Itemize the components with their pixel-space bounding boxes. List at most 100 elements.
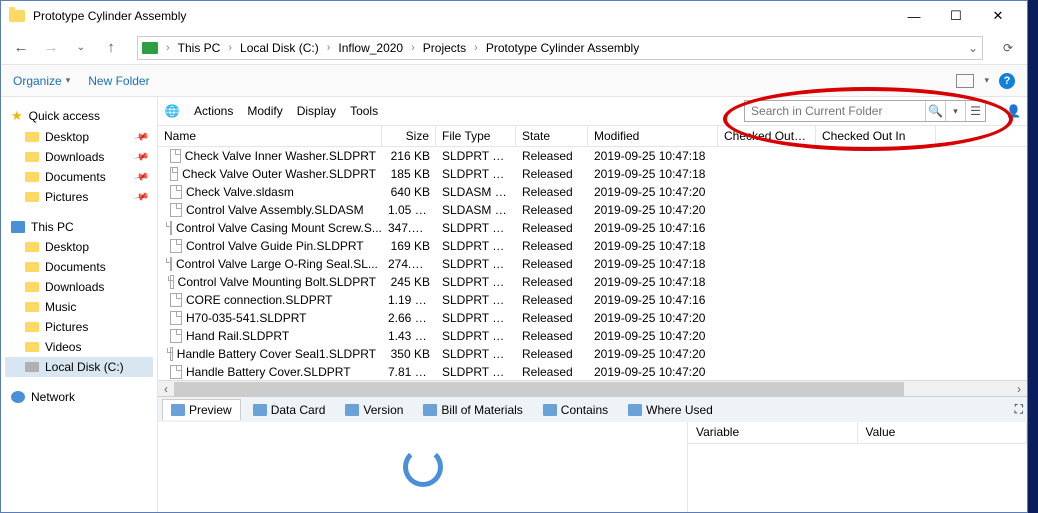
scroll-right-icon[interactable]: ›: [1011, 381, 1027, 397]
col-type[interactable]: File Type: [436, 126, 516, 146]
tab-where-used[interactable]: Where Used: [620, 400, 721, 420]
tab-contains[interactable]: Contains: [535, 400, 616, 420]
tree-item-local-disk[interactable]: Local Disk (C:): [5, 357, 153, 377]
scroll-thumb[interactable]: [174, 382, 904, 396]
menu-modify[interactable]: Modify: [247, 104, 282, 118]
folder-icon: [9, 10, 25, 22]
tree-network[interactable]: Network: [5, 387, 153, 407]
chevron-down-icon[interactable]: ⌄: [968, 41, 978, 55]
file-name: H70-035-541.SLDPRT: [186, 311, 307, 325]
search-dropdown[interactable]: ▾: [945, 101, 965, 121]
col-name[interactable]: Name: [158, 126, 382, 146]
file-type: SLDPRT File: [436, 254, 516, 274]
breadcrumb-item[interactable]: Inflow_2020: [334, 39, 407, 57]
whereused-icon: [628, 404, 642, 416]
help-icon[interactable]: ?: [999, 73, 1015, 89]
file-row[interactable]: Control Valve Casing Mount Screw.S...347…: [158, 219, 1027, 237]
file-checked-out-in: [816, 225, 936, 231]
up-button[interactable]: ↑: [99, 36, 123, 60]
file-row[interactable]: Control Valve Mounting Bolt.SLDPRT245 KB…: [158, 273, 1027, 291]
file-icon: [170, 365, 182, 379]
file-row[interactable]: Check Valve.sldasm640 KBSLDASM FileRelea…: [158, 183, 1027, 201]
tree-item[interactable]: Videos: [5, 337, 153, 357]
file-row[interactable]: Control Valve Large O-Ring Seal.SL...274…: [158, 255, 1027, 273]
menu-actions[interactable]: Actions: [194, 104, 233, 118]
file-type: SLDASM File: [436, 182, 516, 202]
breadcrumb-item[interactable]: Projects: [419, 39, 470, 57]
file-row[interactable]: Control Valve Guide Pin.SLDPRT169 KBSLDP…: [158, 237, 1027, 255]
file-state: Released: [516, 290, 588, 310]
file-row[interactable]: Handle Battery Cover.SLDPRT7.81 MBSLDPRT…: [158, 363, 1027, 380]
file-modified: 2019-09-25 10:47:18: [588, 254, 718, 274]
breadcrumb[interactable]: › This PC › Local Disk (C:) › Inflow_202…: [137, 36, 983, 60]
file-state: Released: [516, 344, 588, 364]
menu-display[interactable]: Display: [297, 104, 336, 118]
col-checked-out-in[interactable]: Checked Out In: [816, 126, 936, 146]
expand-icon[interactable]: ⛶: [1015, 402, 1023, 417]
search-input[interactable]: [745, 101, 925, 121]
refresh-button[interactable]: ⟳: [997, 37, 1019, 59]
tree-quick-access[interactable]: ★Quick access: [5, 105, 153, 127]
tree-item[interactable]: Music: [5, 297, 153, 317]
globe-icon[interactable]: 🌐: [164, 103, 180, 119]
kv-variable-header[interactable]: Variable: [688, 422, 858, 443]
user-icon[interactable]: 👤: [1006, 104, 1021, 118]
search-options-icon[interactable]: ☰: [965, 101, 985, 121]
close-button[interactable]: ✕: [977, 2, 1019, 30]
file-checked-out-in: [816, 297, 936, 303]
file-state: Released: [516, 362, 588, 380]
tab-data-card[interactable]: Data Card: [245, 400, 334, 420]
nav-tree: ★Quick access Desktop📌 Downloads📌 Docume…: [1, 97, 157, 512]
file-row[interactable]: Check Valve Inner Washer.SLDPRT216 KBSLD…: [158, 147, 1027, 165]
tree-item[interactable]: Documents📌: [5, 167, 153, 187]
tree-item[interactable]: Downloads: [5, 277, 153, 297]
tree-item[interactable]: Pictures📌: [5, 187, 153, 207]
file-row[interactable]: Handle Battery Cover Seal1.SLDPRT350 KBS…: [158, 345, 1027, 363]
file-modified: 2019-09-25 10:47:20: [588, 344, 718, 364]
breadcrumb-item[interactable]: This PC: [174, 39, 225, 57]
col-modified[interactable]: Modified: [588, 126, 718, 146]
organize-menu[interactable]: Organize▾: [13, 74, 70, 88]
file-row[interactable]: H70-035-541.SLDPRT2.66 MBSLDPRT FileRele…: [158, 309, 1027, 327]
chevron-right-icon: ›: [411, 42, 415, 54]
back-button[interactable]: ←: [9, 36, 33, 60]
file-row[interactable]: Control Valve Assembly.SLDASM1.05 MBSLDA…: [158, 201, 1027, 219]
tab-preview[interactable]: Preview: [162, 399, 241, 420]
layout-icon[interactable]: [956, 74, 974, 88]
col-checked-out-by[interactable]: Checked Out By: [718, 126, 816, 146]
chevron-down-icon[interactable]: ▾: [984, 75, 989, 86]
menu-tools[interactable]: Tools: [350, 104, 378, 118]
breadcrumb-item[interactable]: Local Disk (C:): [236, 39, 323, 57]
breadcrumb-item[interactable]: Prototype Cylinder Assembly: [482, 39, 643, 57]
tree-item[interactable]: Pictures: [5, 317, 153, 337]
tab-bom[interactable]: Bill of Materials: [415, 400, 530, 420]
recent-dropdown[interactable]: ⌄: [69, 36, 93, 60]
tree-item[interactable]: Downloads📌: [5, 147, 153, 167]
file-row[interactable]: CORE connection.SLDPRT1.19 MBSLDPRT File…: [158, 291, 1027, 309]
preview-graphic: [158, 422, 687, 512]
detail-tabs: Preview Data Card Version Bill of Materi…: [158, 396, 1027, 422]
horizontal-scrollbar[interactable]: ‹ ›: [158, 380, 1027, 396]
col-size[interactable]: Size: [382, 126, 436, 146]
scroll-left-icon[interactable]: ‹: [158, 381, 174, 397]
file-row[interactable]: Check Valve Outer Washer.SLDPRT185 KBSLD…: [158, 165, 1027, 183]
tree-item[interactable]: Desktop: [5, 237, 153, 257]
file-modified: 2019-09-25 10:47:20: [588, 308, 718, 328]
tab-version[interactable]: Version: [337, 400, 411, 420]
folder-icon: [25, 152, 39, 162]
tree-this-pc[interactable]: This PC: [5, 217, 153, 237]
file-state: Released: [516, 218, 588, 238]
new-folder-button[interactable]: New Folder: [88, 74, 149, 88]
file-type: SLDPRT File: [436, 236, 516, 256]
maximize-button[interactable]: ☐: [935, 2, 977, 30]
col-state[interactable]: State: [516, 126, 588, 146]
search-icon[interactable]: 🔍: [925, 101, 945, 121]
tree-item[interactable]: Desktop📌: [5, 127, 153, 147]
column-headers: Name Size File Type State Modified Check…: [158, 125, 1027, 147]
file-row[interactable]: Hand Rail.SLDPRT1.43 MBSLDPRT FileReleas…: [158, 327, 1027, 345]
kv-value-header[interactable]: Value: [858, 422, 1028, 443]
file-size: 185 KB: [382, 164, 436, 184]
tree-item[interactable]: Documents: [5, 257, 153, 277]
forward-button[interactable]: →: [39, 36, 63, 60]
minimize-button[interactable]: —: [893, 2, 935, 30]
